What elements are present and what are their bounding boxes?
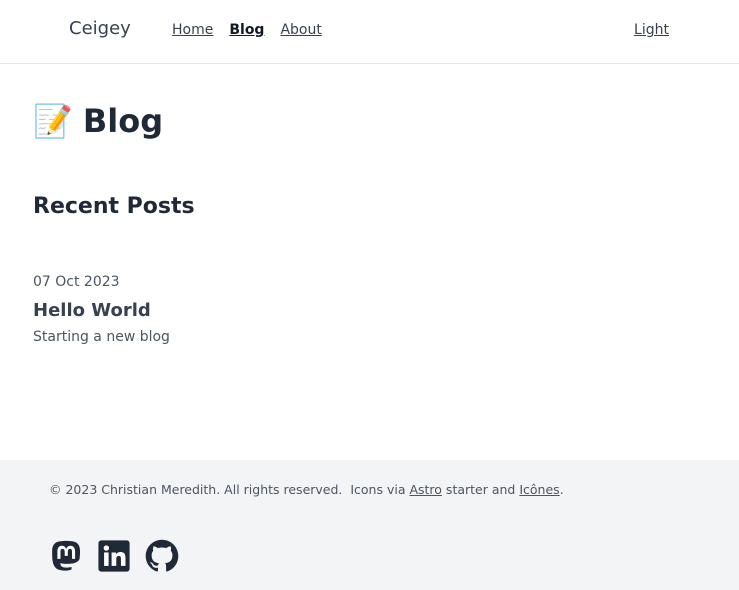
page-title: 📝 Blog xyxy=(33,102,163,140)
mastodon-icon xyxy=(52,540,81,571)
site-footer: © 2023 Christian Meredith. All rights re… xyxy=(0,460,739,590)
post-description: Starting a new blog xyxy=(33,329,170,345)
nav-link-blog[interactable]: Blog xyxy=(229,22,264,38)
theme-toggle-button[interactable]: Light xyxy=(634,22,669,38)
copyright-suffix: . xyxy=(559,482,564,497)
social-links xyxy=(49,539,179,573)
copyright-text: © 2023 Christian Meredith. All rights re… xyxy=(49,482,564,497)
linkedin-icon xyxy=(98,540,130,572)
nav-link-about[interactable]: About xyxy=(280,22,321,38)
memo-icon: 📝 xyxy=(33,102,73,140)
post-list-item: 07 Oct 2023 Hello World Starting a new b… xyxy=(33,274,170,345)
post-date: 07 Oct 2023 xyxy=(33,274,120,290)
mastodon-link[interactable] xyxy=(49,539,83,573)
astro-link[interactable]: Astro xyxy=(409,482,441,497)
site-brand[interactable]: Ceigey xyxy=(69,18,131,39)
main-nav: Home Blog About xyxy=(172,22,322,38)
page-heading: Blog xyxy=(82,102,164,140)
post-title-link[interactable]: Hello World xyxy=(33,300,170,321)
copyright-middle: starter and xyxy=(441,482,520,497)
linkedin-link[interactable] xyxy=(97,539,131,573)
recent-posts-heading: Recent Posts xyxy=(33,194,195,219)
nav-link-home[interactable]: Home xyxy=(172,22,213,38)
icones-link[interactable]: Icônes xyxy=(519,482,559,497)
github-icon xyxy=(145,539,179,572)
copyright-prefix: © 2023 Christian Meredith. All rights re… xyxy=(49,482,410,497)
github-link[interactable] xyxy=(145,539,179,573)
site-header: Ceigey Home Blog About Light xyxy=(0,0,739,64)
